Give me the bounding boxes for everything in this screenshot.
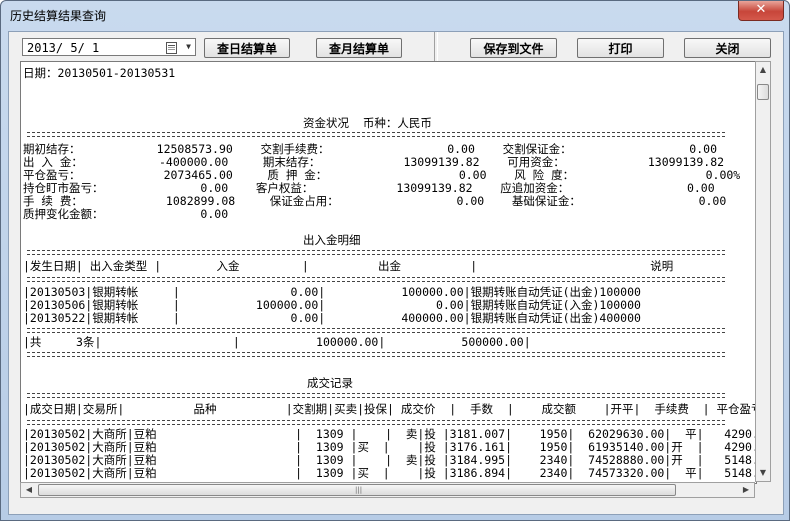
io-table-header: |发生日期| 出入金类型 | 入金 | 出金 | 说明 | xyxy=(23,259,674,273)
print-button[interactable]: 打印 xyxy=(577,38,664,58)
divider xyxy=(27,136,725,137)
report-text-area[interactable]: 日期：20130501-20130531 资金状况 币种：人民币 期初结存： 1… xyxy=(20,61,757,484)
scroll-up-icon[interactable]: ▲ xyxy=(756,62,770,78)
divider xyxy=(27,277,725,278)
trade-section-title: 成交记录 xyxy=(307,376,353,390)
close-button[interactable]: 关闭 xyxy=(684,38,771,58)
trade-table-row: |20130502|大商所|豆粕 | 1309 |买 | |投 |3186.89… xyxy=(23,466,756,480)
query-daily-button[interactable]: 查日结算单 xyxy=(204,38,290,58)
vertical-scrollbar[interactable]: ▲ ▼ xyxy=(755,61,771,482)
divider xyxy=(27,397,725,398)
horizontal-scrollbar[interactable]: ◀ ||| ▶ xyxy=(20,482,755,498)
divider xyxy=(27,254,725,255)
divider xyxy=(27,356,725,357)
date-picker[interactable]: 2013/ 5/ 1 ▼ xyxy=(22,38,196,56)
divider xyxy=(27,132,725,133)
divider xyxy=(27,281,725,282)
client-area: 2013/ 5/ 1 ▼ 查日结算单 查月结算单 保存到文件 打印 关闭 日期：… xyxy=(8,31,784,515)
trade-table-header: |成交日期|交易所| 品种 |交割期|买卖|投保| 成交价 | 手数 | 成交额… xyxy=(23,402,757,416)
divider xyxy=(27,424,725,425)
history-settlement-window: 历史结算结果查询 ✕ 2013/ 5/ 1 ▼ 查日结算单 查月结算单 保存到文… xyxy=(0,0,790,521)
scroll-left-icon[interactable]: ◀ xyxy=(21,483,37,497)
date-value: 2013/ 5/ 1 xyxy=(27,41,100,55)
divider xyxy=(27,250,725,251)
window-close-button[interactable]: ✕ xyxy=(738,1,784,21)
io-total-row: |共 3条| | 100000.00| 500000.00| xyxy=(23,335,531,349)
divider xyxy=(27,352,725,353)
vertical-scroll-thumb[interactable] xyxy=(757,84,769,100)
divider xyxy=(27,420,725,421)
date-range-line: 日期：20130501-20130531 xyxy=(23,66,176,80)
io-section-title: 出入金明细 xyxy=(303,233,361,247)
scroll-down-icon[interactable]: ▼ xyxy=(756,465,770,481)
horizontal-scroll-thumb[interactable]: ||| xyxy=(38,484,676,496)
toolbar-separator xyxy=(434,32,438,64)
window-title: 历史结算结果查询 xyxy=(10,9,107,23)
divider xyxy=(27,332,725,333)
scroll-grip: ||| xyxy=(355,486,363,494)
funds-row: 质押变化金额： 0.00 xyxy=(23,207,229,221)
calendar-icon[interactable] xyxy=(166,42,177,54)
chevron-down-icon[interactable]: ▼ xyxy=(186,43,191,51)
scroll-right-icon[interactable]: ▶ xyxy=(738,483,754,497)
query-monthly-button[interactable]: 查月结算单 xyxy=(316,38,402,58)
title-bar: 历史结算结果查询 ✕ xyxy=(1,1,789,31)
divider xyxy=(27,328,725,329)
io-table-row: |20130522|银期转帐 | 0.00| 400000.00|银期转账自动凭… xyxy=(23,311,641,325)
divider xyxy=(27,393,725,394)
save-to-file-button[interactable]: 保存到文件 xyxy=(470,38,557,58)
funds-section-title: 资金状况 币种：人民币 xyxy=(303,116,432,130)
